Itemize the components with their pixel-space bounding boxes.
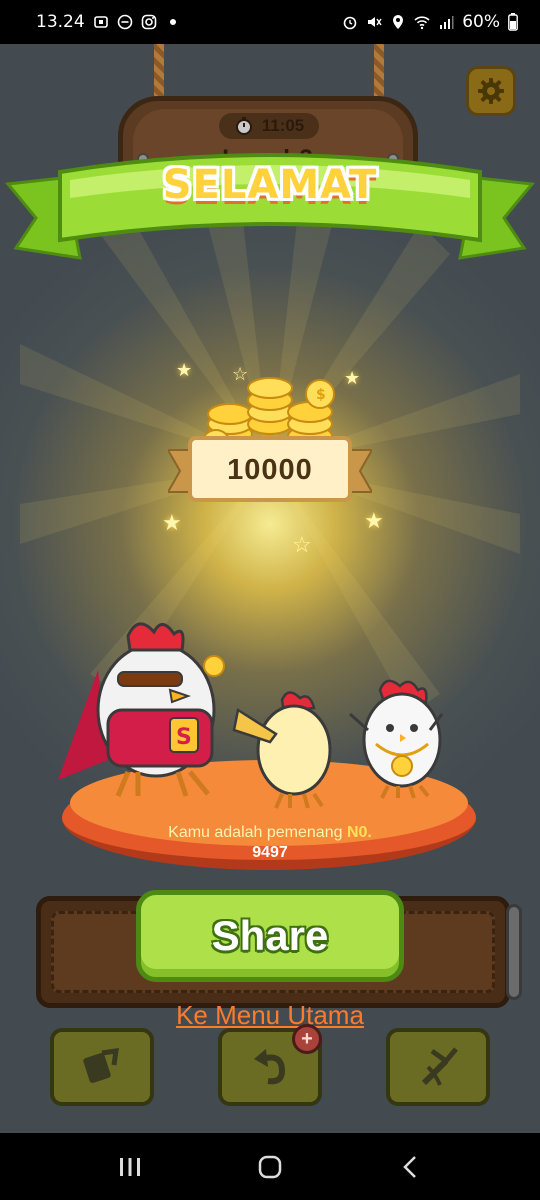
system-nav-bar (0, 1133, 540, 1200)
dnd-icon (117, 14, 132, 30)
sparkle-star: ☆ (232, 364, 249, 384)
magic-icon (421, 1047, 458, 1086)
congrats-title: SELAMAT (162, 162, 378, 208)
recent-apps-button[interactable] (100, 1142, 160, 1192)
mute-icon (368, 17, 382, 27)
add-badge[interactable]: + (292, 1024, 322, 1054)
signal-icon (440, 16, 454, 29)
recents-icon (120, 1157, 140, 1176)
battery-icon (508, 13, 518, 31)
horn-chicken (232, 691, 332, 809)
winner-number: 9497 (252, 844, 288, 861)
gear-icon (478, 78, 504, 104)
status-left: 13.24 (36, 12, 181, 32)
superhero-chicken: S (58, 622, 225, 797)
settings-button[interactable] (466, 66, 516, 116)
svg-text:S: S (176, 725, 192, 750)
timer-pill: 11:05 (219, 113, 319, 139)
sparkle-star: ★ (162, 510, 182, 535)
sparkle-star: ★ (176, 360, 193, 380)
status-right: 60% (342, 12, 518, 32)
tray-handle (506, 904, 522, 1000)
home-icon (258, 1155, 282, 1178)
back-button[interactable] (380, 1142, 440, 1192)
back-icon (403, 1155, 416, 1178)
undo-icon (254, 1049, 286, 1085)
dot-icon (169, 19, 176, 25)
home-button[interactable] (240, 1142, 300, 1192)
status-time: 13.24 (36, 12, 85, 32)
game-screen: 11:05 Level 2 SELAMAT (0, 44, 540, 1133)
medal-chicken (349, 679, 444, 799)
shuffle-icon (83, 1048, 119, 1083)
magic-button[interactable] (386, 1028, 490, 1106)
share-button[interactable]: Share (136, 890, 404, 982)
stopwatch-icon (235, 117, 252, 135)
battery-level: 60% (462, 12, 500, 32)
reward-amount: 10000 (227, 454, 313, 486)
instagram-icon (141, 14, 156, 30)
location-icon (393, 15, 404, 29)
shuffle-button[interactable] (50, 1028, 154, 1106)
svg-text:$: $ (316, 387, 326, 403)
main-menu-link[interactable]: Ke Menu Utama (0, 1000, 540, 1031)
alarm-icon (343, 16, 357, 30)
winner-message: Kamu adalah pemenang N0. (0, 824, 540, 842)
status-bar: 13.24 60% (0, 0, 540, 44)
sparkle-star: ★ (364, 508, 384, 533)
winner-text: Kamu adalah pemenang (168, 824, 347, 841)
winner-highlight: N0. (346, 824, 372, 841)
sparkle-star: ★ (344, 368, 361, 388)
sparkle-star: ☆ (292, 532, 312, 557)
wifi-icon (414, 16, 430, 30)
timer-text: 11:05 (261, 116, 305, 135)
screenshot-icon (93, 16, 108, 28)
